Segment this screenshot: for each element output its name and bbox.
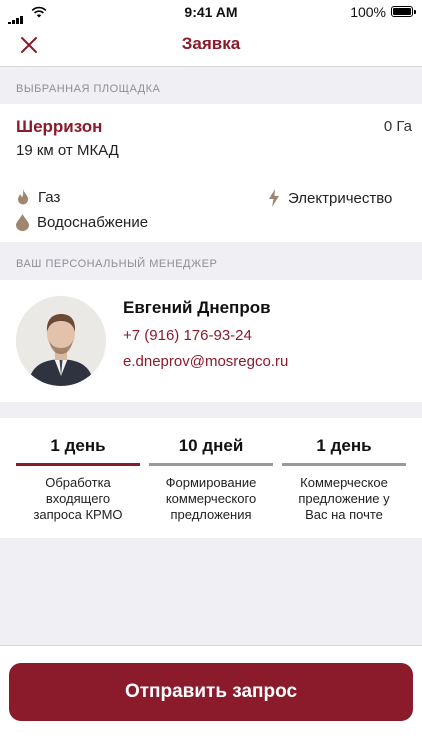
step-description: Коммерческое предложение у Вас на почте (282, 475, 406, 523)
step-progress-line (282, 463, 406, 466)
avatar (16, 296, 106, 386)
nav-bar: Заявка (0, 24, 422, 67)
step-description: Формирование коммерческого предложения (149, 475, 273, 523)
step-description: Обработка входящего запроса КРМО (16, 475, 140, 523)
step-progress-line (149, 463, 273, 466)
footer: Отправить запрос (0, 645, 422, 751)
manager-card: Евгений Днепров +7 (916) 176-93-24 e.dne… (0, 280, 422, 402)
page-title: Заявка (181, 34, 241, 53)
step-description-line: предложения (170, 507, 252, 522)
step-description-line: предложение у (298, 491, 390, 506)
venue-size: 0 Га (383, 118, 412, 135)
manager-phone-link[interactable]: +7 (916) 176-93-24 (123, 327, 252, 344)
feature-gas: Газ (16, 189, 60, 206)
step-description-line: входящего (45, 491, 111, 506)
step-duration: 1 день (316, 436, 372, 455)
step-progress-line (16, 463, 140, 466)
flame-icon (18, 189, 28, 205)
step-description-line: Коммерческое (300, 475, 388, 490)
step-description-line: Обработка (45, 475, 111, 490)
step-description-line: Вас на почте (305, 507, 383, 522)
water-drop-icon (16, 214, 29, 231)
feature-electricity: Электричество (268, 189, 392, 207)
venue-card[interactable]: Шерризон 0 Га 19 км от МКАД Газ Электрич… (0, 104, 422, 242)
manager-email-link[interactable]: e.dneprov@mosregco.ru (123, 353, 288, 370)
venue-distance: 19 км от МКАД (16, 142, 119, 159)
step-description-line: коммерческого (165, 491, 257, 506)
step-description-line: запроса КРМО (33, 507, 123, 522)
process-steps-card: 1 день Обработка входящего запроса КРМО … (0, 418, 422, 538)
lightning-icon (269, 189, 279, 207)
submit-request-button[interactable]: Отправить запрос (9, 663, 413, 721)
section-label-manager: ВАШ ПЕРСОНАЛЬНЫЙ МЕНЕДЖЕР (16, 258, 218, 270)
manager-photo (16, 296, 106, 386)
battery-percentage: 100% (350, 4, 386, 20)
manager-name: Евгений Днепров (123, 298, 271, 317)
feature-water-label: Водоснабжение (37, 214, 149, 231)
step-description-line: Формирование (165, 475, 257, 490)
step-duration: 10 дней (178, 436, 244, 455)
battery-icon (391, 6, 416, 17)
feature-electricity-label: Электричество (288, 189, 393, 207)
section-label-venue: ВЫБРАННАЯ ПЛОЩАДКА (16, 83, 161, 95)
step-duration: 1 день (50, 436, 106, 455)
feature-water: Водоснабжение (16, 214, 148, 231)
feature-gas-label: Газ (38, 189, 61, 206)
status-bar: 9:41 AM 100% (0, 0, 422, 26)
venue-name: Шерризон (16, 117, 103, 136)
